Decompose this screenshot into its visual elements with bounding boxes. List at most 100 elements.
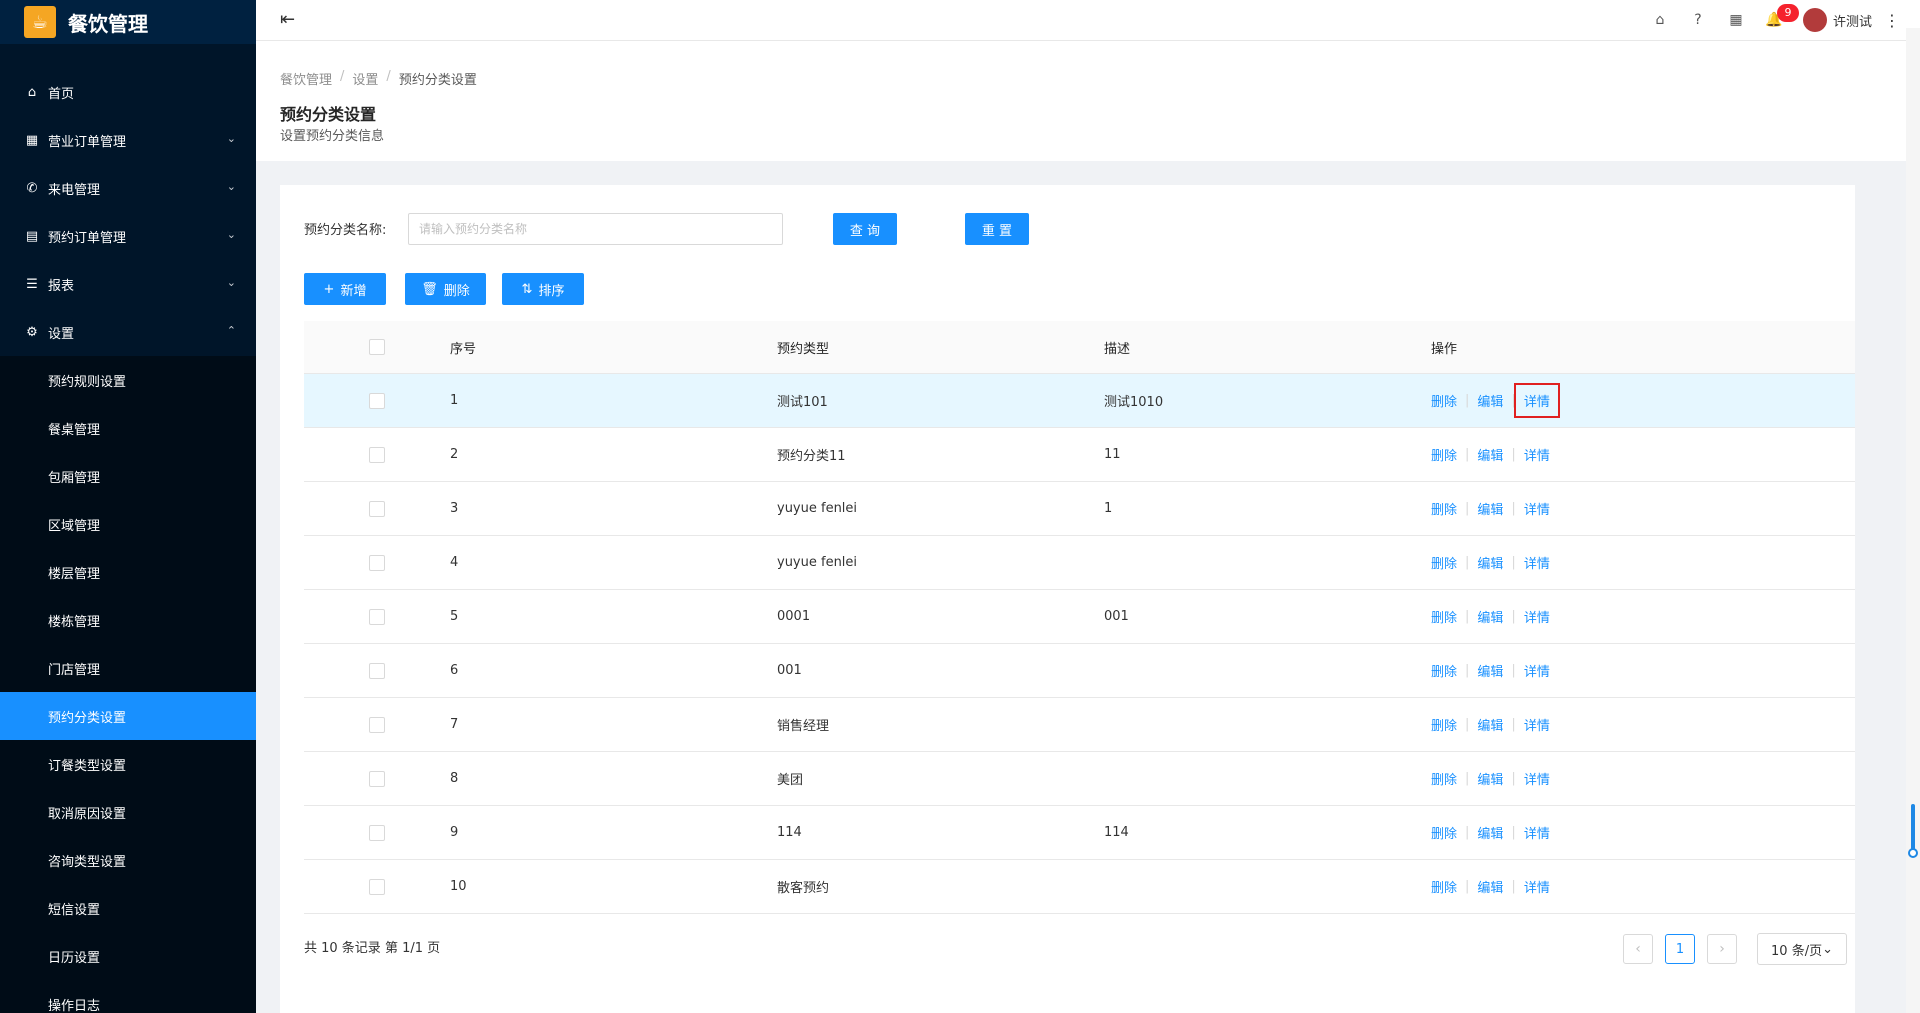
- add-button[interactable]: + 新增: [304, 273, 386, 305]
- username[interactable]: 许测试: [1833, 11, 1872, 30]
- breadcrumb-item[interactable]: 餐饮管理: [280, 69, 332, 88]
- edit-link[interactable]: 编辑: [1477, 499, 1503, 518]
- edit-link[interactable]: 编辑: [1477, 769, 1503, 788]
- prev-page-button[interactable]: ‹: [1623, 934, 1653, 964]
- delete-link[interactable]: 删除: [1431, 607, 1457, 626]
- edit-link[interactable]: 编辑: [1477, 661, 1503, 680]
- sidebar-subitem[interactable]: 咨询类型设置: [0, 836, 256, 884]
- sidebar-subitem[interactable]: 订餐类型设置: [0, 740, 256, 788]
- sidebar-item-reservation-orders[interactable]: ▤ 预约订单管理 ⌄: [0, 212, 256, 260]
- pagination-summary: 共 10 条记录 第 1/1 页: [304, 941, 441, 956]
- detail-link[interactable]: 详情: [1524, 499, 1550, 518]
- sidebar-subitem[interactable]: 区域管理: [0, 500, 256, 548]
- sidebar-subitem-label: 包厢管理: [48, 470, 101, 486]
- breadcrumb-current: 预约分类设置: [398, 73, 477, 88]
- sidebar-subitem[interactable]: 操作日志: [0, 980, 256, 1013]
- edit-link[interactable]: 编辑: [1477, 877, 1503, 896]
- next-page-button[interactable]: ›: [1707, 934, 1737, 964]
- row-checkbox[interactable]: [369, 608, 385, 625]
- edit-link[interactable]: 编辑: [1477, 715, 1503, 734]
- row-checkbox-cell: [304, 554, 450, 571]
- select-all-checkbox[interactable]: [369, 339, 385, 355]
- delete-link[interactable]: 删除: [1431, 553, 1457, 572]
- sidebar-item-home[interactable]: ⌂ 首页: [0, 68, 256, 116]
- chevron-down-icon: ⌄: [1822, 941, 1833, 957]
- cell-no: 7: [450, 717, 459, 732]
- cell-op: 删除 | 编辑 | 详情: [1431, 607, 1855, 626]
- row-checkbox[interactable]: [369, 824, 385, 841]
- row-checkbox[interactable]: [369, 662, 385, 679]
- page-scrollbar[interactable]: [1906, 28, 1920, 1013]
- sidebar-subitem[interactable]: 门店管理: [0, 644, 256, 692]
- detail-link[interactable]: 详情: [1524, 661, 1550, 680]
- more-vertical-icon[interactable]: ⋮: [1884, 11, 1900, 30]
- delete-link[interactable]: 删除: [1431, 391, 1457, 410]
- sidebar-item-reports[interactable]: ☰ 报表 ⌄: [0, 260, 256, 308]
- edit-link[interactable]: 编辑: [1477, 553, 1503, 572]
- delete-link[interactable]: 删除: [1431, 499, 1457, 518]
- row-checkbox[interactable]: [369, 770, 385, 787]
- home-icon[interactable]: ⌂: [1641, 12, 1679, 28]
- sidebar-subitem[interactable]: 预约规则设置: [0, 356, 256, 404]
- bell-icon[interactable]: 🔔 9: [1755, 4, 1799, 28]
- sidebar-item-calls[interactable]: ✆ 来电管理 ⌄: [0, 164, 256, 212]
- detail-link[interactable]: 详情: [1524, 445, 1550, 464]
- edit-link[interactable]: 编辑: [1477, 607, 1503, 626]
- sidebar-subitem-active[interactable]: 预约分类设置: [0, 692, 256, 740]
- row-checkbox[interactable]: [369, 500, 385, 517]
- row-checkbox[interactable]: [369, 392, 385, 409]
- reset-button[interactable]: 重 置: [965, 213, 1029, 245]
- edit-link[interactable]: 编辑: [1477, 391, 1503, 410]
- delete-link[interactable]: 删除: [1431, 715, 1457, 734]
- chevron-down-icon: ⌄: [226, 180, 236, 193]
- sidebar-subitem[interactable]: 餐桌管理: [0, 404, 256, 452]
- page-number[interactable]: 1: [1665, 934, 1695, 964]
- avatar[interactable]: [1802, 8, 1827, 32]
- page-size-select[interactable]: 10 条/页 ⌄: [1757, 933, 1847, 965]
- sidebar-item-business-orders[interactable]: ▦ 营业订单管理 ⌄: [0, 116, 256, 164]
- detail-link[interactable]: 详情: [1524, 607, 1550, 626]
- delete-link[interactable]: 删除: [1431, 823, 1457, 842]
- detail-link[interactable]: 详情: [1524, 877, 1550, 896]
- delete-link[interactable]: 删除: [1431, 769, 1457, 788]
- detail-link[interactable]: 详情: [1524, 715, 1550, 734]
- sidebar-subitem[interactable]: 楼层管理: [0, 548, 256, 596]
- delete-link[interactable]: 删除: [1431, 661, 1457, 680]
- category-name-input[interactable]: [408, 213, 783, 245]
- table-row: 9 114 114 删除 | 编辑 | 详情: [304, 806, 1855, 860]
- detail-link[interactable]: 详情: [1524, 769, 1550, 788]
- sidebar-item-settings[interactable]: ⚙ 设置 ⌃: [0, 308, 256, 356]
- breadcrumb-item[interactable]: 设置: [352, 69, 378, 88]
- scrollbar-handle[interactable]: [1908, 848, 1918, 858]
- apps-grid-icon[interactable]: ▦: [1717, 12, 1755, 28]
- sidebar-menu: ⌂ 首页 ▦ 营业订单管理 ⌄ ✆ 来电管理 ⌄ ▤ 预约订单管理 ⌄ ☰ 报表…: [0, 68, 256, 1013]
- sidebar-subitem[interactable]: 包厢管理: [0, 452, 256, 500]
- row-checkbox[interactable]: [369, 878, 385, 895]
- detail-link[interactable]: 详情: [1524, 553, 1550, 572]
- sidebar-subitem[interactable]: 日历设置: [0, 932, 256, 980]
- sort-button[interactable]: ⇅ 排序: [502, 273, 584, 305]
- row-checkbox[interactable]: [369, 716, 385, 733]
- logo[interactable]: ☕ 餐饮管理: [0, 0, 256, 44]
- sidebar-item-label: 报表: [48, 278, 75, 294]
- menu-fold-icon[interactable]: ⇤: [280, 9, 295, 30]
- delete-link[interactable]: 删除: [1431, 877, 1457, 896]
- cell-type: 001: [777, 663, 802, 678]
- row-checkbox[interactable]: [369, 446, 385, 463]
- settings-submenu: 预约规则设置 餐桌管理 包厢管理 区域管理 楼层管理 楼栋管理 门店管理 预约分…: [0, 356, 256, 1013]
- breadcrumb: 餐饮管理 / 设置 / 预约分类设置: [280, 69, 477, 88]
- cell-no: 9: [450, 825, 459, 840]
- edit-link[interactable]: 编辑: [1477, 445, 1503, 464]
- delete-link[interactable]: 删除: [1431, 445, 1457, 464]
- sidebar-subitem[interactable]: 短信设置: [0, 884, 256, 932]
- sidebar-subitem[interactable]: 楼栋管理: [0, 596, 256, 644]
- op-divider: |: [1511, 501, 1516, 516]
- edit-link[interactable]: 编辑: [1477, 823, 1503, 842]
- sidebar-subitem[interactable]: 取消原因设置: [0, 788, 256, 836]
- delete-button[interactable]: 🗑 删除: [405, 273, 486, 305]
- row-checkbox[interactable]: [369, 554, 385, 571]
- query-button[interactable]: 查 询: [833, 213, 897, 245]
- detail-link[interactable]: 详情: [1524, 823, 1550, 842]
- detail-link[interactable]: 详情: [1524, 395, 1550, 410]
- help-icon[interactable]: ?: [1679, 12, 1717, 28]
